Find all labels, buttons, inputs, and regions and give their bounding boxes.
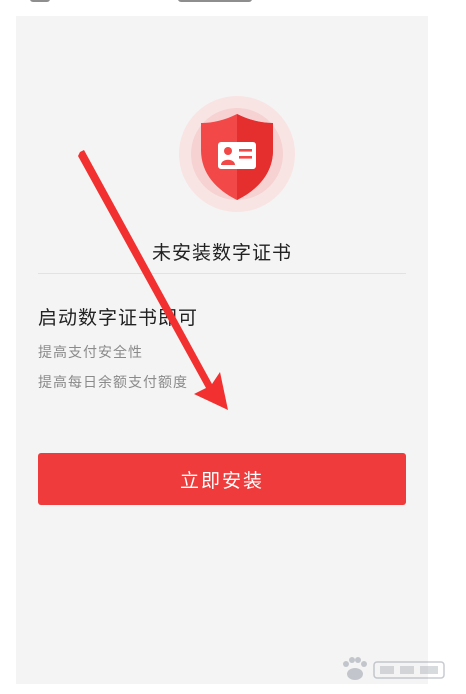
shield-icon [179, 96, 295, 212]
enable-certificate-heading: 启动数字证书即可 [38, 307, 199, 329]
status-fragment-center [178, 0, 252, 2]
install-now-button[interactable]: 立即安装 [38, 453, 406, 505]
certificate-status-title: 未安装数字证书 [151, 242, 292, 264]
baidu-jingyan-logo [343, 657, 445, 680]
benefit-item-security: 提高支付安全性 [38, 345, 143, 361]
top-status-fragment [0, 0, 466, 14]
screen: 未安装数字证书 启动数字证书即可 提高支付安全性 提高每日余额支付额度 立即安装 [0, 0, 466, 694]
benefit-item-limit: 提高每日余额支付额度 [38, 375, 188, 391]
status-fragment-left [30, 0, 50, 2]
divider [38, 273, 406, 274]
certificate-card: 未安装数字证书 启动数字证书即可 提高支付安全性 提高每日余额支付额度 立即安装 [16, 16, 428, 684]
